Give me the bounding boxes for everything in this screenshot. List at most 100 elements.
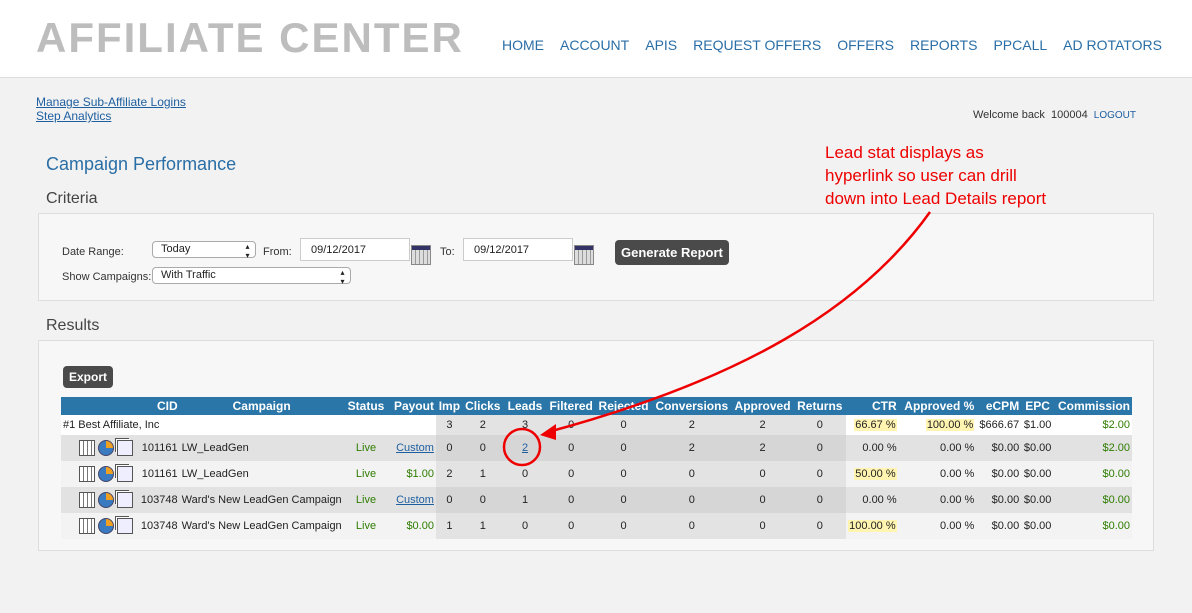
welcome: Welcome back 100004 LOGOUT bbox=[973, 109, 1136, 121]
nav-apis[interactable]: APIS bbox=[645, 37, 677, 53]
campaign-name: Ward's New LeadGen Campaign bbox=[181, 494, 342, 506]
documents-icon[interactable] bbox=[117, 440, 133, 456]
conversions-cell: 2 bbox=[651, 435, 732, 461]
epc-cell: $1.00 bbox=[1021, 415, 1055, 435]
imp-cell: 0 bbox=[435, 435, 463, 461]
column-header: CID bbox=[137, 397, 180, 415]
approved-cell: 0 bbox=[731, 461, 794, 487]
leads-value: 3 bbox=[521, 419, 529, 431]
commission-value: $0.00 bbox=[1102, 468, 1130, 480]
rejected-cell: 0 bbox=[595, 513, 652, 539]
annotation-line: down into Lead Details report bbox=[825, 189, 1047, 208]
show-campaigns-select[interactable]: With Traffic bbox=[152, 267, 351, 286]
ecpm-value: $666.67 bbox=[979, 419, 1020, 431]
approved-value: 0 bbox=[759, 468, 766, 480]
commission-value: $0.00 bbox=[1102, 494, 1130, 506]
leads-cell: 0 bbox=[502, 461, 548, 487]
approved-cell: 0 bbox=[731, 487, 794, 513]
cid-cell: 101161 bbox=[137, 435, 180, 461]
approved-value: 2 bbox=[759, 419, 766, 431]
conversions-value: 0 bbox=[688, 520, 695, 532]
column-header: Commission bbox=[1054, 397, 1132, 415]
rejected-cell: 0 bbox=[595, 435, 652, 461]
report-grid-icon[interactable] bbox=[79, 440, 95, 456]
pie-chart-icon[interactable] bbox=[98, 492, 114, 508]
leads-value: 0 bbox=[521, 468, 529, 480]
epc-value: $0.00 bbox=[1023, 494, 1052, 506]
leads-cell: 2 bbox=[502, 435, 548, 461]
clicks-cell: 2 bbox=[462, 415, 503, 435]
date-range-select[interactable]: Today bbox=[152, 241, 256, 260]
nav-ppcall[interactable]: PPCALL bbox=[993, 37, 1047, 53]
table-row: 103748 Ward's New LeadGen Campaign Live $0.… bbox=[61, 513, 1132, 539]
documents-icon[interactable] bbox=[117, 518, 133, 534]
payout-link[interactable]: Custom bbox=[396, 442, 434, 454]
rejected-value: 0 bbox=[620, 494, 627, 506]
nav-request-offers[interactable]: REQUEST OFFERS bbox=[693, 37, 821, 53]
from-date-input[interactable]: 09/12/2017 bbox=[300, 238, 410, 261]
show-campaigns-label: Show Campaigns: bbox=[62, 271, 152, 283]
report-grid-icon[interactable] bbox=[79, 518, 95, 534]
ctr-value: 66.67 % bbox=[854, 419, 897, 431]
row-actions bbox=[63, 440, 136, 456]
column-header: Returns bbox=[793, 397, 847, 415]
payout-link[interactable]: Custom bbox=[396, 494, 434, 506]
export-button[interactable]: Export bbox=[63, 366, 114, 388]
ctr-value: 100.00 % bbox=[848, 520, 897, 532]
campaign-cell: Ward's New LeadGen Campaign bbox=[179, 513, 344, 539]
campaign-name: LW_LeadGen bbox=[181, 442, 249, 454]
logout-link[interactable]: LOGOUT bbox=[1094, 110, 1136, 121]
returns-value: 0 bbox=[816, 520, 823, 532]
column-header: Payout bbox=[388, 397, 436, 415]
approved-cell: 2 bbox=[731, 415, 794, 435]
nav-offers[interactable]: OFFERS bbox=[837, 37, 894, 53]
pie-chart-icon[interactable] bbox=[98, 518, 114, 534]
actions-cell bbox=[61, 513, 138, 539]
calendar-icon[interactable] bbox=[411, 245, 431, 265]
returns-value: 0 bbox=[816, 468, 823, 480]
cid-cell: 103748 bbox=[137, 487, 180, 513]
documents-icon[interactable] bbox=[117, 492, 133, 508]
ecpm-value: $0.00 bbox=[991, 468, 1020, 480]
account-row: #1 Best Affiliate, Inc 3 2 3 0 0 2 2 0 66.67 % 100… bbox=[61, 415, 1132, 435]
imp-value: 0 bbox=[446, 442, 453, 454]
payout-value: $0.00 bbox=[406, 520, 434, 532]
annotation-line: hyperlink so user can drill bbox=[825, 166, 1017, 185]
imp-cell: 3 bbox=[435, 415, 463, 435]
actions-cell bbox=[61, 487, 138, 513]
logo: AFFILIATE CENTER bbox=[36, 14, 464, 61]
documents-icon[interactable] bbox=[117, 466, 133, 482]
commission-cell: $2.00 bbox=[1054, 415, 1132, 435]
calendar-icon[interactable] bbox=[574, 245, 594, 265]
nav-home[interactable]: HOME bbox=[502, 37, 544, 53]
approved-cell: 0 bbox=[731, 513, 794, 539]
ctr-cell: 0.00 % bbox=[846, 487, 899, 513]
epc-cell: $0.00 bbox=[1021, 461, 1055, 487]
generate-report-button[interactable]: Generate Report bbox=[615, 240, 729, 265]
criteria-panel: Date Range: Today From: 09/12/2017 To: 0… bbox=[38, 213, 1154, 301]
nav-reports[interactable]: REPORTS bbox=[910, 37, 977, 53]
clicks-value: 2 bbox=[479, 419, 486, 431]
payout-cell: $0.00 bbox=[388, 513, 436, 539]
nav-account[interactable]: ACCOUNT bbox=[560, 37, 629, 53]
pie-chart-icon[interactable] bbox=[98, 466, 114, 482]
conversions-value: 0 bbox=[688, 468, 695, 480]
results-table: CID Campaign Status Payout Imp Clicks Leads Fil… bbox=[61, 397, 1132, 539]
pie-chart-icon[interactable] bbox=[98, 440, 114, 456]
manage-sub-affiliate-link[interactable]: Manage Sub-Affiliate Logins bbox=[36, 95, 186, 109]
returns-cell: 0 bbox=[793, 435, 847, 461]
report-grid-icon[interactable] bbox=[79, 466, 95, 482]
status-value: Live bbox=[355, 494, 377, 506]
ctr-value: 50.00 % bbox=[854, 468, 897, 480]
ctr-cell: 0.00 % bbox=[846, 435, 899, 461]
to-date-input[interactable]: 09/12/2017 bbox=[463, 238, 573, 261]
campaign-cell: LW_LeadGen bbox=[179, 435, 344, 461]
step-analytics-link[interactable]: Step Analytics bbox=[36, 109, 186, 123]
report-grid-icon[interactable] bbox=[79, 492, 95, 508]
leads-link[interactable]: 2 bbox=[522, 442, 528, 454]
conversions-cell: 2 bbox=[651, 415, 732, 435]
nav-ad-rotators[interactable]: AD ROTATORS bbox=[1063, 37, 1162, 53]
returns-value: 0 bbox=[816, 494, 823, 506]
row-actions bbox=[63, 492, 136, 508]
ctr-cell: 100.00 % bbox=[846, 513, 899, 539]
